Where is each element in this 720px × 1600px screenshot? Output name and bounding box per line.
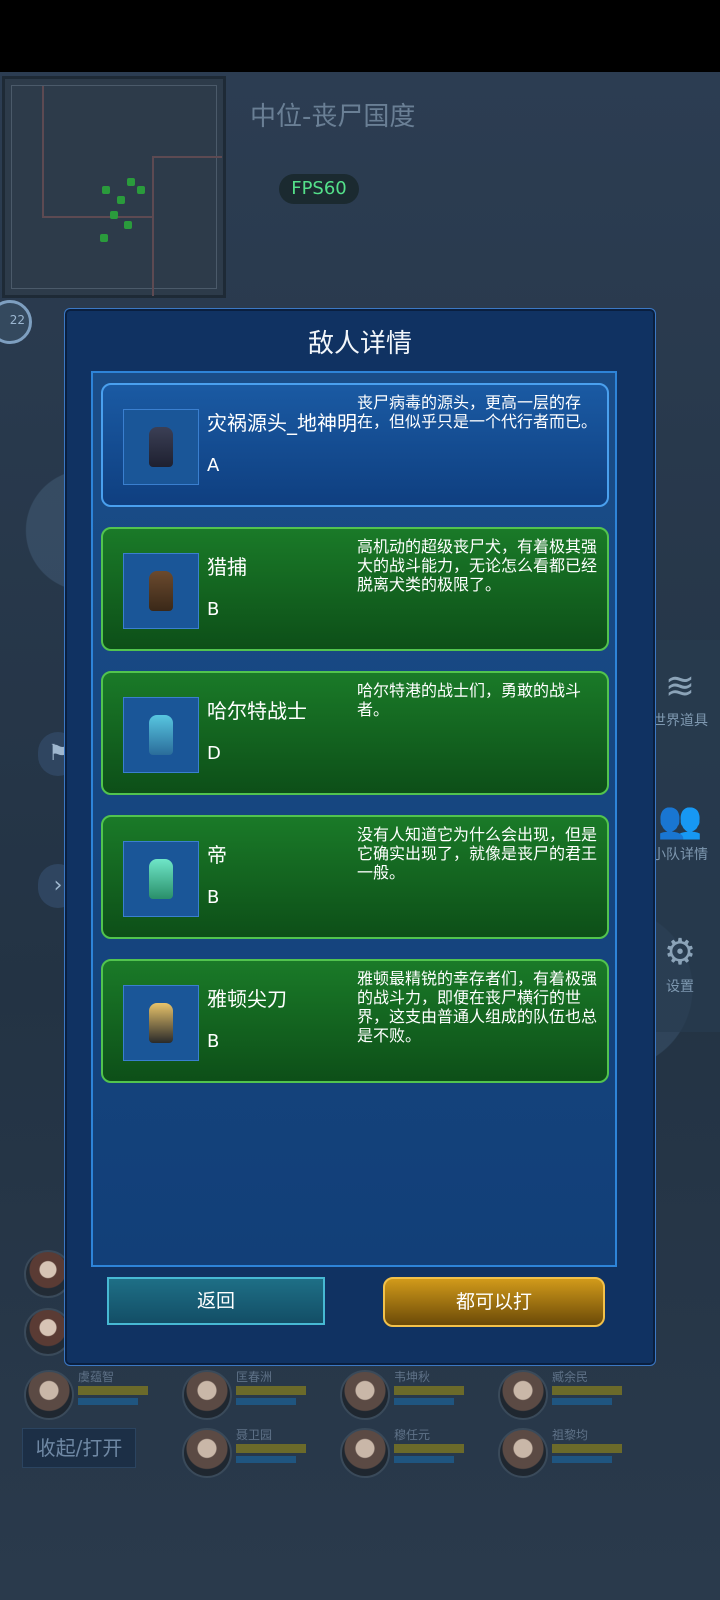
member-name: 聂卫园 xyxy=(236,1428,273,1442)
hp-bar xyxy=(394,1386,464,1395)
zombie-dog-sprite-icon xyxy=(149,571,173,611)
hp-bar xyxy=(236,1444,306,1453)
enemy-description: 丧尸病毒的源头，更高一层的存在，但似乎只是一个代行者而已。 xyxy=(357,393,598,431)
member-name: 臧余民 xyxy=(552,1370,589,1384)
round-badge-label: 22 xyxy=(9,313,25,327)
enemy-card[interactable]: 灾祸源头_地神明 A 丧尸病毒的源头，更高一层的存在，但似乎只是一个代行者而已。 xyxy=(101,383,609,507)
avatar xyxy=(182,1370,232,1420)
avatar xyxy=(498,1428,548,1478)
enemy-rank: B xyxy=(207,1031,220,1052)
soldier-sprite-icon xyxy=(149,1003,173,1043)
hp-bar xyxy=(552,1444,622,1453)
member-name: 祖黎均 xyxy=(552,1428,589,1442)
enemy-list[interactable]: 灾祸源头_地神明 A 丧尸病毒的源头，更高一层的存在，但似乎只是一个代行者而已。… xyxy=(91,371,617,1267)
enemy-description: 高机动的超级丧尸犬，有着极其强大的战斗能力，无论怎么看都已经脱离犬类的极限了。 xyxy=(357,537,598,594)
dialog-title: 敌人详情 xyxy=(307,329,412,359)
enemy-description: 哈尔特港的战士们，勇敢的战斗者。 xyxy=(357,681,582,719)
enemy-details-dialog: 敌人详情 灾祸源头_地神明 A 丧尸病毒的源头，更高一层的存在，但似乎只是一个代… xyxy=(64,308,656,1366)
member-name: 韦坤秋 xyxy=(394,1370,431,1384)
enemy-card[interactable]: 哈尔特战士 D 哈尔特港的战士们，勇敢的战斗者。 xyxy=(101,671,609,795)
enemy-portrait xyxy=(123,697,199,773)
team-details-label: 小队详情 xyxy=(652,847,708,863)
can-fight-button[interactable]: 都可以打 xyxy=(383,1277,605,1327)
hp-bar xyxy=(78,1386,148,1395)
enemy-card[interactable]: 帝 B 没有人知道它为什么会出现，但是它确实出现了，就像是丧尸的君王一般。 xyxy=(101,815,609,939)
enemy-card[interactable]: 猎捕 B 高机动的超级丧尸犬，有着极其强大的战斗能力，无论怎么看都已经脱离犬类的… xyxy=(101,527,609,651)
reaper-sprite-icon xyxy=(149,427,173,467)
status-bar xyxy=(0,0,720,72)
back-button[interactable]: 返回 xyxy=(107,1277,325,1325)
hp-bar xyxy=(552,1386,622,1395)
enemy-name: 帝 xyxy=(207,843,227,867)
crystal-sprite-icon xyxy=(149,859,173,899)
enemy-rank: B xyxy=(207,887,220,908)
enemy-portrait xyxy=(123,553,199,629)
enemy-name: 灾祸源头_地神明 xyxy=(207,411,357,435)
enemy-name: 哈尔特战士 xyxy=(207,699,307,723)
enemy-portrait xyxy=(123,985,199,1061)
enemy-name: 猎捕 xyxy=(207,555,247,579)
mp-bar xyxy=(236,1398,296,1405)
enemy-rank: B xyxy=(207,599,220,620)
team-member[interactable]: 匡春洲 xyxy=(182,1370,332,1420)
team-member[interactable]: 聂卫园 xyxy=(182,1428,332,1478)
world-items-label: 世界道具 xyxy=(652,713,708,729)
member-name: 匡春洲 xyxy=(236,1370,273,1384)
avatar xyxy=(498,1370,548,1420)
mp-bar xyxy=(78,1398,138,1405)
enemy-description: 没有人知道它为什么会出现，但是它确实出现了，就像是丧尸的君王一般。 xyxy=(357,825,598,882)
member-name: 穆任元 xyxy=(394,1428,431,1442)
mp-bar xyxy=(236,1456,296,1463)
team-member[interactable]: 虞蕴智 xyxy=(24,1370,174,1420)
enemy-name: 雅顿尖刀 xyxy=(207,987,287,1011)
team-member[interactable]: 穆任元 xyxy=(340,1428,490,1478)
enemy-portrait xyxy=(123,409,199,485)
mp-bar xyxy=(394,1398,454,1405)
avatar xyxy=(340,1370,390,1420)
member-name: 虞蕴智 xyxy=(78,1370,115,1384)
enemy-rank: D xyxy=(207,743,221,764)
team-row-1: 虞蕴智 匡春洲 韦坤秋 臧余民 xyxy=(24,1370,720,1420)
settings-label: 设置 xyxy=(666,979,694,995)
enemy-portrait xyxy=(123,841,199,917)
team-member[interactable]: 祖黎均 xyxy=(498,1428,648,1478)
hp-bar xyxy=(236,1386,306,1395)
mp-bar xyxy=(552,1456,612,1463)
hp-bar xyxy=(394,1444,464,1453)
avatar xyxy=(24,1370,74,1420)
enemy-rank: A xyxy=(207,455,220,476)
fps-counter: FPS60 xyxy=(279,174,359,204)
minimap[interactable] xyxy=(2,76,226,298)
mp-bar xyxy=(552,1398,612,1405)
collapse-toggle-button[interactable]: 收起/打开 xyxy=(22,1428,136,1468)
mp-bar xyxy=(394,1456,454,1463)
enemy-description: 雅顿最精锐的幸存者们，有着极强的战斗力，即便在丧尸横行的世界，这支由普通人组成的… xyxy=(357,969,598,1045)
team-member[interactable]: 臧余民 xyxy=(498,1370,648,1420)
team-member[interactable]: 韦坤秋 xyxy=(340,1370,490,1420)
enemy-card[interactable]: 雅顿尖刀 B 雅顿最精锐的幸存者们，有着极强的战斗力，即便在丧尸横行的世界，这支… xyxy=(101,959,609,1083)
warrior-sprite-icon xyxy=(149,715,173,755)
avatar xyxy=(182,1428,232,1478)
avatar xyxy=(340,1428,390,1478)
zone-title: 中位-丧尸国度 xyxy=(250,102,416,132)
